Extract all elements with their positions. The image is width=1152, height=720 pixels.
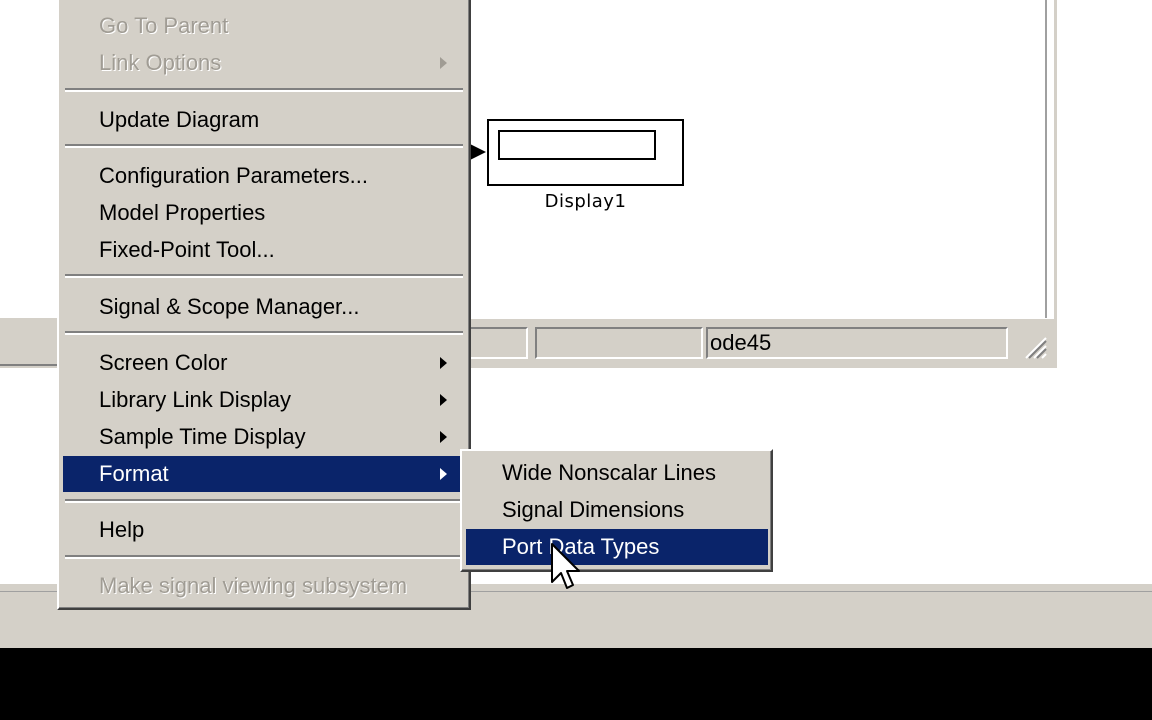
submenu-item-signal-dimensions[interactable]: Signal Dimensions: [466, 492, 768, 528]
menu-separator: [65, 144, 463, 148]
menu-item-format[interactable]: Format: [63, 456, 463, 492]
menu-item-label: Link Options: [99, 50, 222, 75]
menu-item-label: Update Diagram: [99, 107, 260, 132]
submenu-item-label: Port Data Types: [502, 534, 660, 559]
menu-item-model-properties[interactable]: Model Properties: [63, 195, 463, 231]
submenu-item-wide-nonscalar-lines[interactable]: Wide Nonscalar Lines: [466, 455, 768, 491]
format-submenu: Wide Nonscalar Lines Signal Dimensions P…: [460, 449, 773, 572]
menu-item-label: Make signal viewing subsystem: [99, 573, 408, 598]
menu-item-link-options: Link Options: [63, 45, 463, 81]
menu-item-fixed-point-tool[interactable]: Fixed-Point Tool...: [63, 232, 463, 268]
menu-item-label: Screen Color: [99, 350, 228, 375]
context-menu: Go To Parent Link Options Update Diagram…: [57, 0, 471, 610]
submenu-arrow-icon: [440, 431, 447, 443]
window-edge: [1045, 0, 1047, 320]
display-block[interactable]: [487, 119, 684, 186]
menu-item-sample-time-display[interactable]: Sample Time Display: [63, 419, 463, 455]
menu-item-configuration-parameters[interactable]: Configuration Parameters...: [63, 158, 463, 194]
submenu-item-label: Signal Dimensions: [502, 497, 685, 522]
menu-item-label: Fixed-Point Tool...: [99, 237, 275, 262]
menu-item-go-to-parent: Go To Parent: [63, 8, 463, 44]
menu-item-label: Go To Parent: [99, 13, 229, 38]
mouse-pointer-icon: [551, 543, 580, 589]
menu-separator: [65, 274, 463, 278]
submenu-arrow-icon: [440, 57, 447, 69]
menu-item-help[interactable]: Help: [63, 512, 463, 548]
status-cell-solver: ode45: [706, 327, 1008, 359]
submenu-arrow-icon: [440, 468, 447, 480]
menu-item-label: Help: [99, 517, 145, 542]
menu-item-label: Library Link Display: [99, 387, 291, 412]
signal-input-arrow: [470, 144, 486, 160]
menu-item-label: Format: [99, 461, 169, 486]
menu-item-library-link-display[interactable]: Library Link Display: [63, 382, 463, 418]
menu-item-label: Configuration Parameters...: [99, 163, 369, 188]
display-readout: [498, 130, 656, 160]
background-window-strip: [0, 318, 60, 366]
menu-separator: [65, 499, 463, 503]
menu-item-label: Signal & Scope Manager...: [99, 294, 360, 319]
letterbox: [0, 648, 1152, 720]
display-block-label[interactable]: Display1: [487, 191, 684, 212]
submenu-item-port-data-types[interactable]: Port Data Types: [466, 529, 768, 565]
menu-separator: [65, 88, 463, 92]
status-cell-time: [535, 327, 703, 359]
menu-item-make-signal-viewing-subsystem: Make signal viewing subsystem: [63, 568, 463, 604]
submenu-arrow-icon: [440, 357, 447, 369]
menu-item-label: Sample Time Display: [99, 424, 306, 449]
menu-separator: [65, 555, 463, 559]
menu-separator: [65, 331, 463, 335]
menu-item-screen-color[interactable]: Screen Color: [63, 345, 463, 381]
submenu-item-label: Wide Nonscalar Lines: [502, 460, 716, 485]
menu-item-label: Model Properties: [99, 200, 266, 225]
submenu-arrow-icon: [440, 394, 447, 406]
menu-item-update-diagram[interactable]: Update Diagram: [63, 102, 463, 138]
resize-grip-icon[interactable]: [1022, 334, 1048, 360]
menu-item-signal-scope-manager[interactable]: Signal & Scope Manager...: [63, 289, 463, 325]
